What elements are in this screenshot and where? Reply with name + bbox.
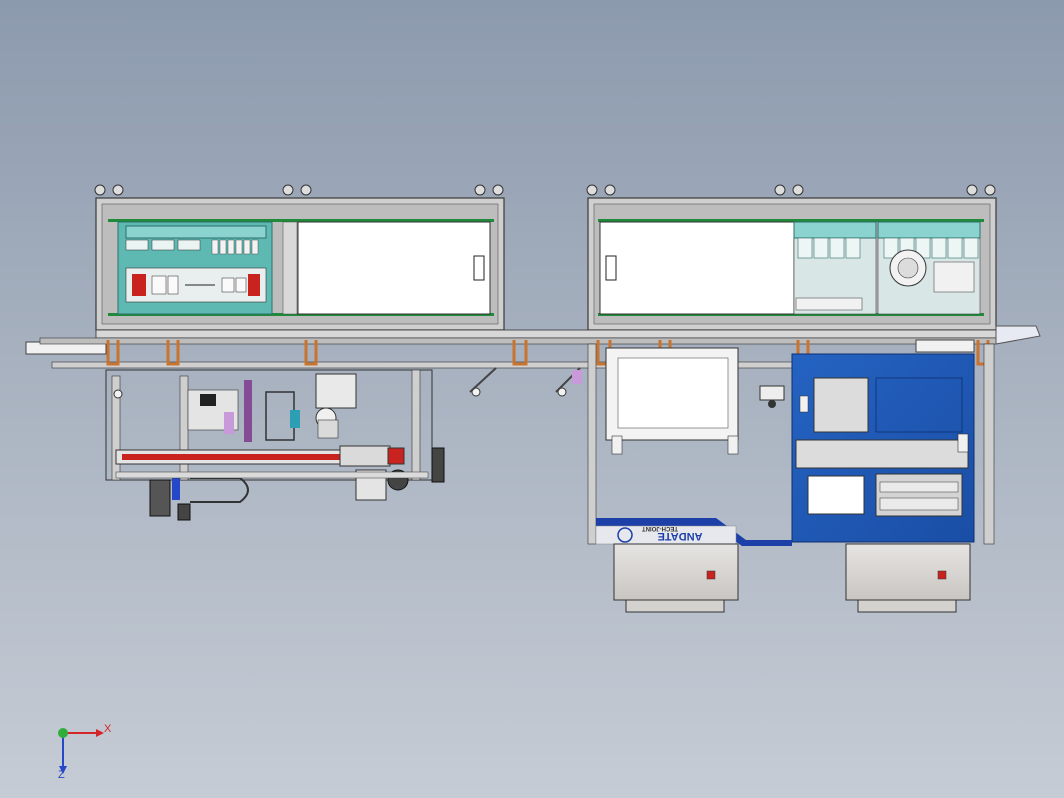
cabinet-door-right[interactable]	[599, 221, 795, 315]
right-machine-frame[interactable]: ANDATE TECH-JOINT	[587, 343, 995, 546]
assembly-drawing[interactable]: ANDATE TECH-JOINT X Z	[0, 0, 1064, 798]
axis-triad: X Z	[58, 723, 112, 781]
status-indicator	[937, 570, 947, 580]
lifting-eye	[94, 184, 504, 196]
machine-base-left[interactable]	[613, 543, 739, 613]
door-handle[interactable]	[605, 255, 617, 281]
electrical-panel-left	[117, 221, 273, 315]
lifting-eye	[586, 184, 996, 196]
y-axis-dot	[58, 728, 68, 738]
machine-base-right[interactable]	[845, 543, 971, 613]
status-indicator	[706, 570, 716, 580]
door-handle[interactable]	[473, 255, 485, 281]
brand-sub-text: TECH-JOINT	[642, 525, 678, 531]
cabinet-door-left[interactable]	[297, 221, 491, 315]
right-upper-cabinet[interactable]	[586, 184, 997, 331]
z-axis-label: Z	[58, 769, 65, 781]
cad-viewport[interactable]: ANDATE TECH-JOINT X Z	[0, 0, 1064, 798]
left-upper-cabinet[interactable]	[94, 184, 505, 331]
x-axis-label: X	[104, 723, 112, 735]
electrical-panel-right	[793, 221, 981, 315]
